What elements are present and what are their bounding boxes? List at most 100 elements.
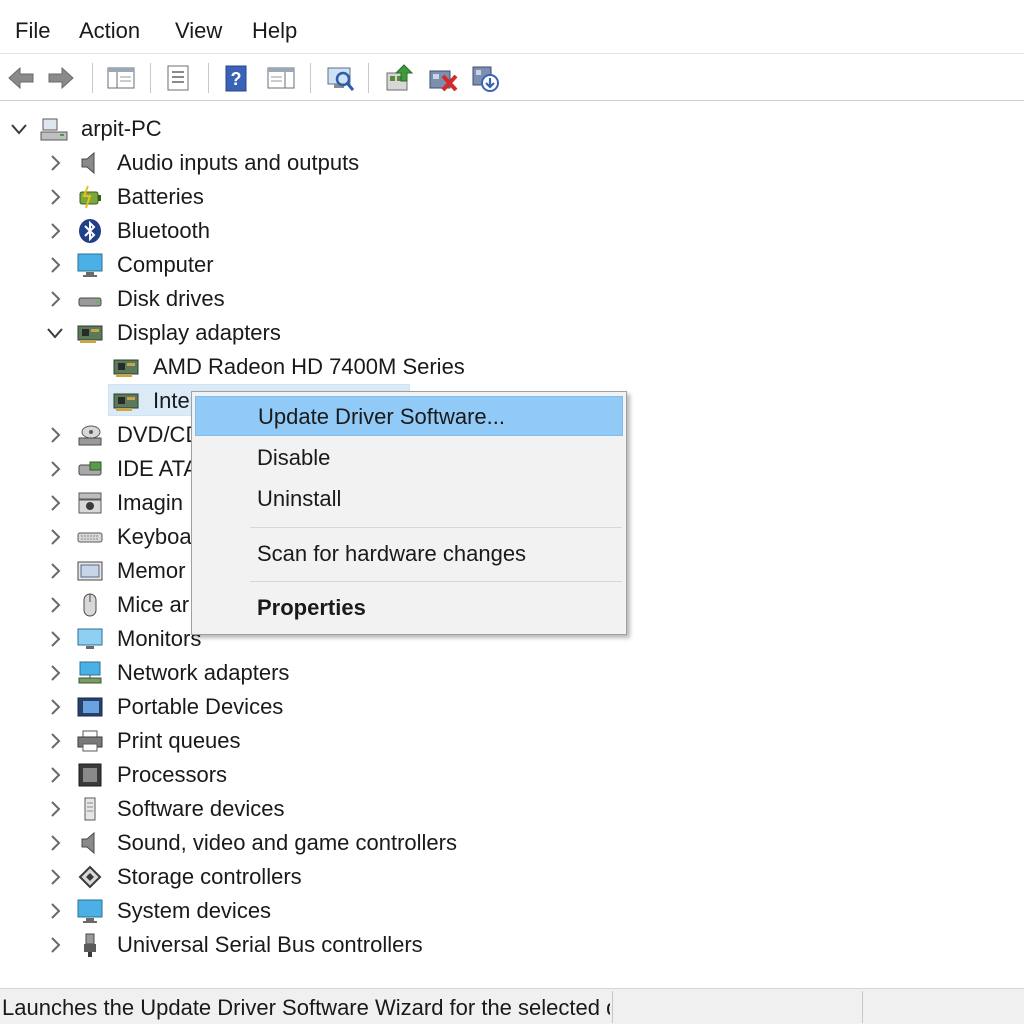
tree-node-sound-video[interactable]: Sound, video and game controllers bbox=[0, 826, 1024, 860]
tree-node-label: Sound, video and game controllers bbox=[117, 830, 457, 855]
forward-button[interactable] bbox=[46, 63, 76, 93]
menu-item-label: Uninstall bbox=[257, 486, 342, 511]
chevron-right-icon[interactable] bbox=[45, 254, 65, 276]
tree-node-bluetooth[interactable]: Bluetooth bbox=[0, 214, 1024, 248]
battery-icon bbox=[79, 185, 101, 209]
tree-node-label: Keyboa bbox=[117, 524, 192, 549]
menu-view[interactable]: View bbox=[175, 17, 222, 45]
menu-help[interactable]: Help bbox=[252, 17, 297, 45]
chevron-right-icon[interactable] bbox=[45, 220, 65, 242]
chevron-right-icon[interactable] bbox=[45, 526, 65, 548]
chevron-right-icon[interactable] bbox=[45, 594, 65, 616]
speaker-icon bbox=[81, 831, 95, 855]
chevron-right-icon[interactable] bbox=[45, 492, 65, 514]
tree-node-system-devices[interactable]: System devices bbox=[0, 894, 1024, 928]
menu-item-label: Update Driver Software... bbox=[258, 404, 505, 429]
show-hide-console-tree-button[interactable] bbox=[106, 63, 136, 93]
processor-icon bbox=[78, 763, 102, 787]
properties-button[interactable] bbox=[163, 63, 193, 93]
chevron-down-icon[interactable] bbox=[9, 118, 29, 140]
monitor-icon bbox=[77, 628, 103, 649]
status-divider bbox=[862, 991, 863, 1023]
chevron-down-icon[interactable] bbox=[45, 322, 65, 344]
speaker-icon bbox=[81, 151, 95, 175]
mouse-icon bbox=[83, 593, 97, 617]
chevron-right-icon[interactable] bbox=[45, 560, 65, 582]
tree-node-network-adapters[interactable]: Network adapters bbox=[0, 656, 1024, 690]
back-button[interactable] bbox=[6, 63, 36, 93]
action-pane-icon bbox=[267, 67, 295, 89]
tree-node-usb-controllers[interactable]: Universal Serial Bus controllers bbox=[0, 928, 1024, 962]
tree-node-label: Memor bbox=[117, 558, 186, 583]
forward-arrow-icon bbox=[48, 66, 74, 90]
portable-device-icon bbox=[77, 697, 103, 717]
chevron-right-icon[interactable] bbox=[45, 696, 65, 718]
status-divider bbox=[612, 991, 613, 1023]
chevron-right-icon[interactable] bbox=[45, 186, 65, 208]
menu-item-scan-hardware[interactable]: Scan for hardware changes bbox=[195, 534, 623, 574]
chevron-right-icon[interactable] bbox=[45, 458, 65, 480]
tree-node-computer[interactable]: Computer bbox=[0, 248, 1024, 282]
memory-icon bbox=[77, 561, 103, 581]
toolbar: ? bbox=[0, 55, 1024, 101]
properties-icon bbox=[167, 65, 189, 91]
menu-item-update-driver[interactable]: Update Driver Software... bbox=[195, 396, 623, 436]
tree-node-amd-radeon[interactable]: AMD Radeon HD 7400M Series bbox=[0, 350, 1024, 384]
tree-node-disk-drives[interactable]: Disk drives bbox=[0, 282, 1024, 316]
menu-item-uninstall[interactable]: Uninstall bbox=[195, 479, 623, 519]
chevron-right-icon[interactable] bbox=[45, 662, 65, 684]
keyboard-icon bbox=[77, 532, 103, 543]
tree-root[interactable]: arpit-PC bbox=[0, 112, 1024, 146]
chevron-right-icon[interactable] bbox=[45, 866, 65, 888]
uninstall-device-button[interactable] bbox=[428, 63, 458, 93]
tree-node-label: Print queues bbox=[117, 728, 241, 753]
chevron-right-icon[interactable] bbox=[45, 934, 65, 956]
action-pane-button[interactable] bbox=[266, 63, 296, 93]
status-bar: Launches the Update Driver Software Wiza… bbox=[0, 988, 1024, 1024]
tree-node-label: Computer bbox=[117, 252, 214, 277]
update-driver-button[interactable] bbox=[384, 63, 414, 93]
tree-node-label: Imagin bbox=[117, 490, 184, 515]
tree-node-label: DVD/CD bbox=[117, 422, 202, 447]
display-adapter-icon bbox=[113, 393, 139, 411]
usb-icon bbox=[84, 933, 96, 957]
help-button[interactable]: ? bbox=[222, 63, 252, 93]
menu-action[interactable]: Action bbox=[79, 17, 140, 45]
tree-node-audio[interactable]: Audio inputs and outputs bbox=[0, 146, 1024, 180]
menu-item-label: Disable bbox=[257, 445, 331, 470]
tree-node-label: AMD Radeon HD 7400M Series bbox=[153, 354, 465, 379]
menu-item-disable[interactable]: Disable bbox=[195, 438, 623, 478]
chevron-right-icon[interactable] bbox=[45, 798, 65, 820]
chevron-right-icon[interactable] bbox=[45, 288, 65, 310]
monitor-icon bbox=[77, 899, 103, 923]
tree-node-portable-devices[interactable]: Portable Devices bbox=[0, 690, 1024, 724]
toolbar-separator bbox=[150, 63, 151, 93]
chevron-right-icon[interactable] bbox=[45, 730, 65, 752]
menu-file[interactable]: File bbox=[15, 17, 50, 45]
chevron-right-icon[interactable] bbox=[45, 900, 65, 922]
tree-node-label: Storage controllers bbox=[117, 864, 302, 889]
dvd-drive-icon bbox=[78, 425, 102, 446]
chevron-right-icon[interactable] bbox=[45, 152, 65, 174]
tree-node-display-adapters[interactable]: Display adapters bbox=[0, 316, 1024, 350]
computer-icon bbox=[40, 118, 68, 141]
toolbar-separator bbox=[208, 63, 209, 93]
scan-hardware-changes-button[interactable] bbox=[325, 63, 355, 93]
chevron-right-icon[interactable] bbox=[45, 764, 65, 786]
chevron-right-icon[interactable] bbox=[45, 424, 65, 446]
tree-node-storage-controllers[interactable]: Storage controllers bbox=[0, 860, 1024, 894]
tree-node-software-devices[interactable]: Software devices bbox=[0, 792, 1024, 826]
menu-item-properties[interactable]: Properties bbox=[195, 588, 623, 628]
toolbar-separator bbox=[310, 63, 311, 93]
scan-hardware-changes-icon bbox=[327, 67, 355, 91]
chevron-right-icon[interactable] bbox=[45, 832, 65, 854]
tree-node-print-queues[interactable]: Print queues bbox=[0, 724, 1024, 758]
tree-node-batteries[interactable]: Batteries bbox=[0, 180, 1024, 214]
tree-node-label: Batteries bbox=[117, 184, 204, 209]
toolbar-separator bbox=[92, 63, 93, 93]
add-legacy-hardware-button[interactable] bbox=[470, 63, 500, 93]
menu-item-label: Properties bbox=[257, 595, 366, 620]
tree-node-label: Display adapters bbox=[117, 320, 281, 345]
tree-node-processors[interactable]: Processors bbox=[0, 758, 1024, 792]
chevron-right-icon[interactable] bbox=[45, 628, 65, 650]
